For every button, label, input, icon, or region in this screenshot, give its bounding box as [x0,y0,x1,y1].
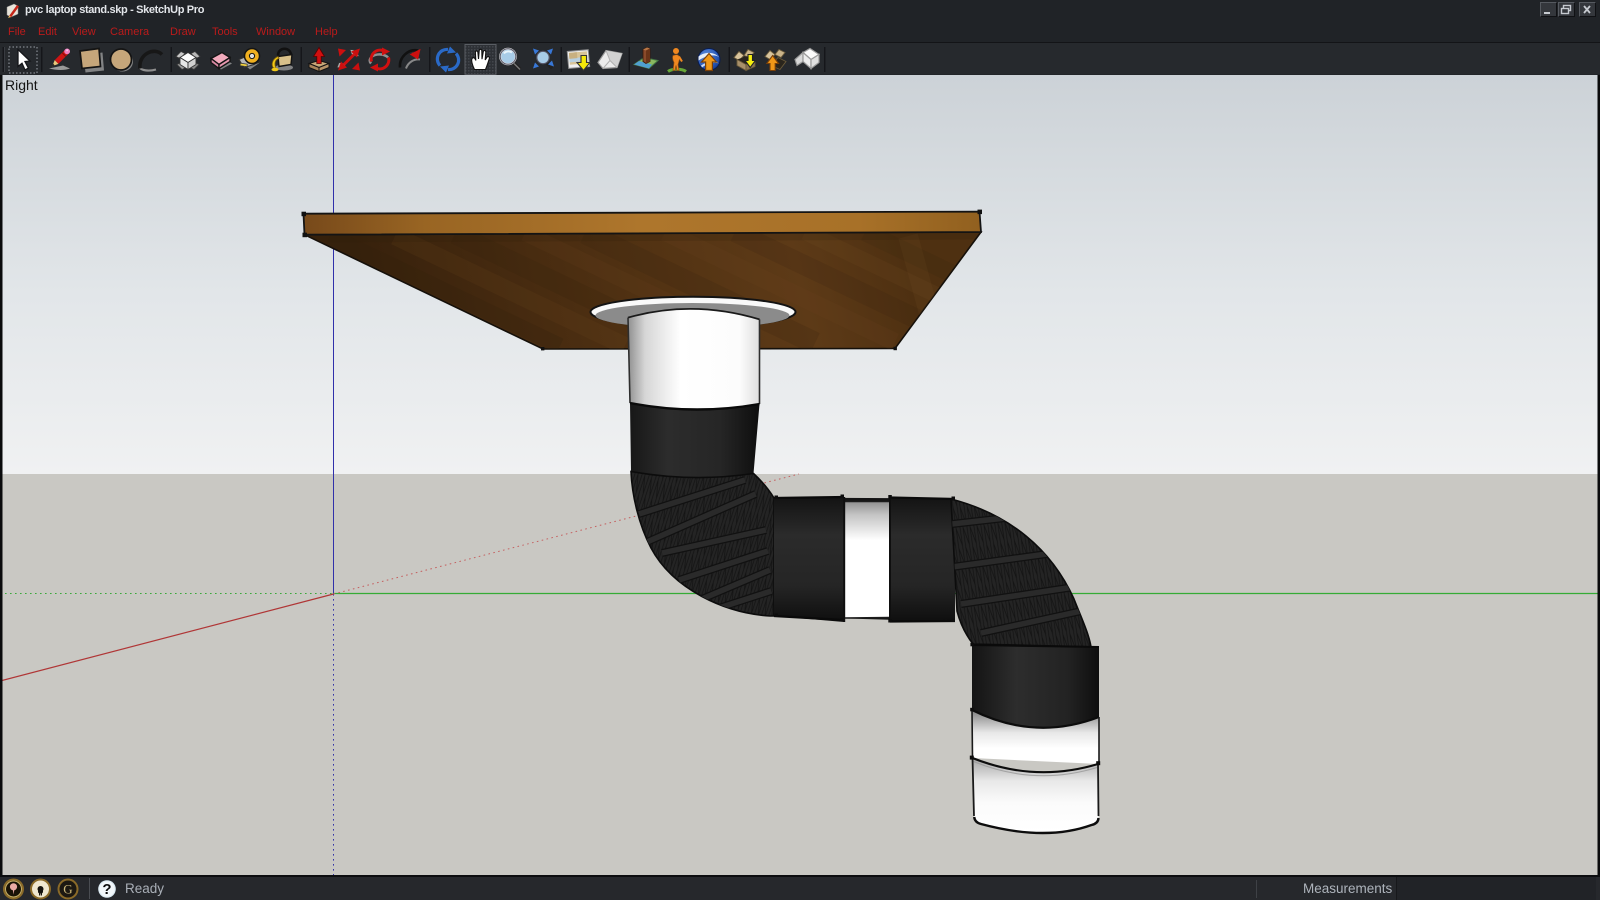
svg-text:Right: Right [5,77,38,93]
svg-text:G: G [63,882,72,897]
svg-text:?: ? [102,881,111,898]
